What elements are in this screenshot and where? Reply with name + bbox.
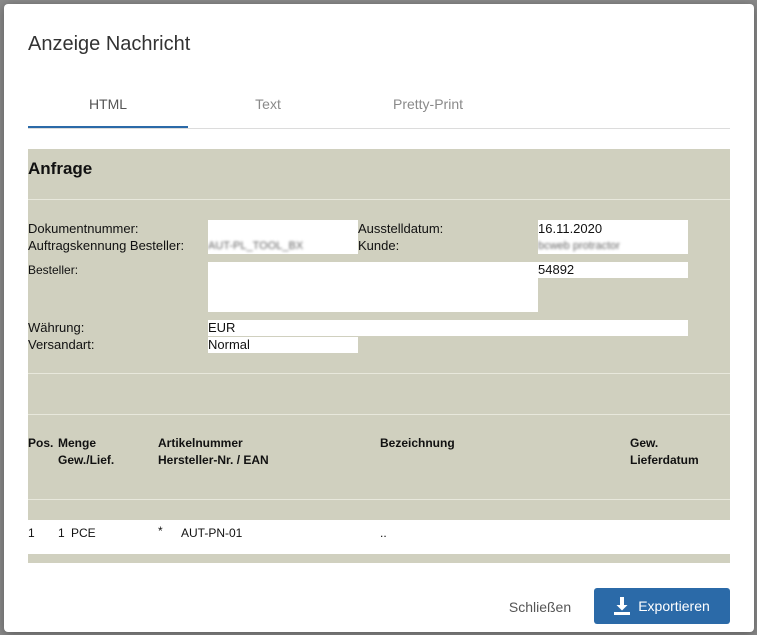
value-kunde: bcweb protractor <box>538 240 620 252</box>
header-lieferdatum: Lieferdatum <box>630 453 699 467</box>
value-versandart: Normal <box>208 337 358 353</box>
divider <box>28 499 730 500</box>
row-artikelnummer: AUT-PN-01 <box>181 526 243 540</box>
label-kunde: Kunde: <box>358 238 400 253</box>
tab-text[interactable]: Text <box>188 90 348 126</box>
row-menge: 1 <box>58 526 65 540</box>
label-auftragskennung: Auftragskennung Besteller: <box>28 238 185 253</box>
label-besteller: Besteller: <box>28 263 79 277</box>
row-unit: PCE <box>71 526 96 540</box>
label-dokumentnummer: Dokumentnummer: <box>28 221 139 236</box>
document-view: Anfrage Dokumentnummer: Auftragskennung … <box>28 149 730 563</box>
value-ausstelldatum: 16.11.2020 <box>538 221 603 236</box>
value-date-kunde: 16.11.2020 bcweb protractor <box>538 220 688 254</box>
value-auftragskennung: AUT-PL_TOOL_BX <box>208 240 304 252</box>
tab-html[interactable]: HTML <box>28 90 188 128</box>
row-pos: 1 <box>28 526 35 540</box>
header-artikelnummer: Artikelnummer <box>158 436 243 450</box>
value-dokumentnummer: AUT-PL_TOOL_BX <box>208 220 358 254</box>
tab-pretty-print[interactable]: Pretty-Print <box>348 90 508 126</box>
header-hersteller: Hersteller-Nr. / EAN <box>158 453 269 467</box>
table-row: 1 1 PCE * AUT-PN-01 .. <box>28 520 730 554</box>
label-waehrung: Währung: <box>28 320 85 335</box>
message-dialog: Anzeige Nachricht HTML Text Pretty-Print… <box>4 4 754 632</box>
header-bezeichnung: Bezeichnung <box>380 436 455 450</box>
message-content[interactable]: Anfrage Dokumentnummer: Auftragskennung … <box>28 149 730 563</box>
row-mark: * <box>158 524 163 538</box>
value-besteller-nr: 54892 <box>538 262 688 278</box>
label-ausstelldatum: Ausstelldatum: <box>358 221 444 236</box>
header-gew-lief: Gew./Lief. <box>58 453 115 467</box>
export-button[interactable]: Exportieren <box>594 588 730 624</box>
download-icon <box>614 597 631 615</box>
header-menge: Menge <box>58 436 97 450</box>
row-bezeichnung: .. <box>380 526 387 540</box>
label-versandart: Versandart: <box>28 337 95 352</box>
close-button[interactable]: Schließen <box>500 594 580 618</box>
divider <box>28 199 730 200</box>
divider <box>28 373 730 374</box>
export-button-label: Exportieren <box>638 598 710 614</box>
header-gew: Gew. <box>630 436 659 450</box>
divider <box>28 414 730 415</box>
dialog-title: Anzeige Nachricht <box>28 33 191 55</box>
header-pos: Pos. <box>28 436 54 450</box>
value-waehrung: EUR <box>208 320 688 336</box>
value-besteller <box>208 262 538 312</box>
document-heading: Anfrage <box>28 159 93 178</box>
tab-bar: HTML Text Pretty-Print <box>28 90 730 129</box>
